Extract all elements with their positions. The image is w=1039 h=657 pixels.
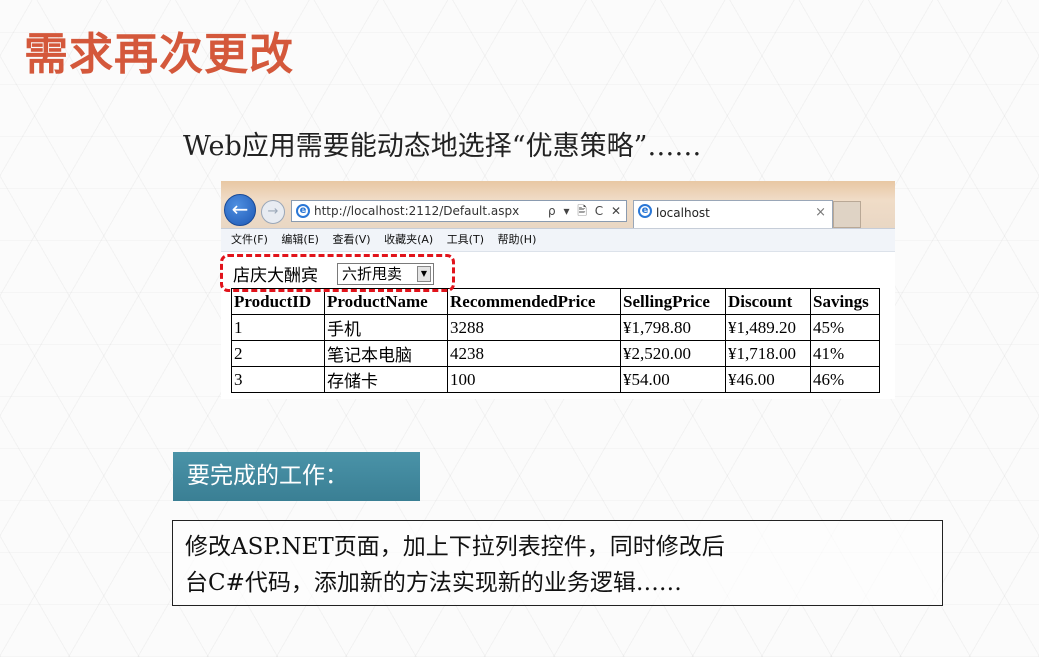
table-cell: 46% xyxy=(810,366,880,393)
dropdown-highlight-frame xyxy=(220,254,455,292)
menu-file[interactable]: 文件(F) xyxy=(231,229,268,250)
table-cell: ¥1,718.00 xyxy=(725,340,811,367)
table-cell: ¥2,520.00 xyxy=(620,340,726,367)
address-tools-icons[interactable]: ρ ▾ 🖹 C ✕ xyxy=(548,201,623,221)
table-cell: 1 xyxy=(231,314,325,341)
work-label: 要完成的工作： xyxy=(173,452,420,501)
address-url: http://localhost:2112/Default.aspx xyxy=(314,204,520,218)
work-description: 修改ASP.NET页面，加上下拉列表控件，同时修改后 台C#代码，添加新的方法实… xyxy=(172,520,943,606)
menu-help[interactable]: 帮助(H) xyxy=(498,229,537,250)
back-arrow-icon[interactable]: ← xyxy=(224,194,256,226)
tab-close-icon[interactable]: × xyxy=(815,201,826,225)
browser-menubar: 文件(F) 编辑(E) 查看(V) 收藏夹(A) 工具(T) 帮助(H) xyxy=(221,228,895,252)
browser-titlebar: ← → e http://localhost:2112/Default.aspx … xyxy=(221,181,895,228)
address-bar[interactable]: e http://localhost:2112/Default.aspx ρ ▾ … xyxy=(291,200,627,222)
table-cell: 3 xyxy=(231,366,325,393)
tab-title: localhost xyxy=(656,206,710,220)
table-row: 1 手机 3288 ¥1,798.80 ¥1,489.20 45% xyxy=(231,314,880,341)
table-cell: 3288 xyxy=(447,314,621,341)
table-header-row: ProductID ProductName RecommendedPrice S… xyxy=(231,288,880,315)
header-discount: Discount xyxy=(725,288,811,315)
table-cell: 4238 xyxy=(447,340,621,367)
work-description-line-2: 台C#代码，添加新的方法实现新的业务逻辑…… xyxy=(185,570,682,596)
forward-arrow-icon[interactable]: → xyxy=(261,200,285,224)
header-recommended-price: RecommendedPrice xyxy=(447,288,621,315)
table-cell: 存储卡 xyxy=(324,366,448,393)
table-row: 3 存储卡 100 ¥54.00 ¥46.00 46% xyxy=(231,366,880,393)
menu-tools[interactable]: 工具(T) xyxy=(447,229,484,250)
slide-title: 需求再次更改 xyxy=(24,29,294,80)
table-cell: 手机 xyxy=(324,314,448,341)
slide-subtitle: Web应用需要能动态地选择“优惠策略”…… xyxy=(183,131,702,162)
menu-view[interactable]: 查看(V) xyxy=(332,229,370,250)
products-table: ProductID ProductName RecommendedPrice S… xyxy=(231,288,880,393)
header-selling-price: SellingPrice xyxy=(620,288,726,315)
table-cell: 45% xyxy=(810,314,880,341)
table-row: 2 笔记本电脑 4238 ¥2,520.00 ¥1,718.00 41% xyxy=(231,340,880,367)
table-cell: ¥1,489.20 xyxy=(725,314,811,341)
tab-ie-icon: e xyxy=(638,204,652,218)
menu-edit[interactable]: 编辑(E) xyxy=(281,229,319,250)
table-cell: 笔记本电脑 xyxy=(324,340,448,367)
menu-favorites[interactable]: 收藏夹(A) xyxy=(384,229,433,250)
header-savings: Savings xyxy=(810,288,880,315)
table-cell: ¥46.00 xyxy=(725,366,811,393)
work-description-line-1: 修改ASP.NET页面，加上下拉列表控件，同时修改后 xyxy=(185,534,725,560)
header-product-id: ProductID xyxy=(231,288,325,315)
new-tab-button[interactable] xyxy=(833,201,861,228)
header-product-name: ProductName xyxy=(324,288,448,315)
table-cell: ¥1,798.80 xyxy=(620,314,726,341)
browser-tab[interactable]: e localhost × xyxy=(633,200,833,228)
table-cell: ¥54.00 xyxy=(620,366,726,393)
table-cell: 41% xyxy=(810,340,880,367)
table-cell: 2 xyxy=(231,340,325,367)
table-cell: 100 xyxy=(447,366,621,393)
ie-logo-icon: e xyxy=(296,204,310,218)
